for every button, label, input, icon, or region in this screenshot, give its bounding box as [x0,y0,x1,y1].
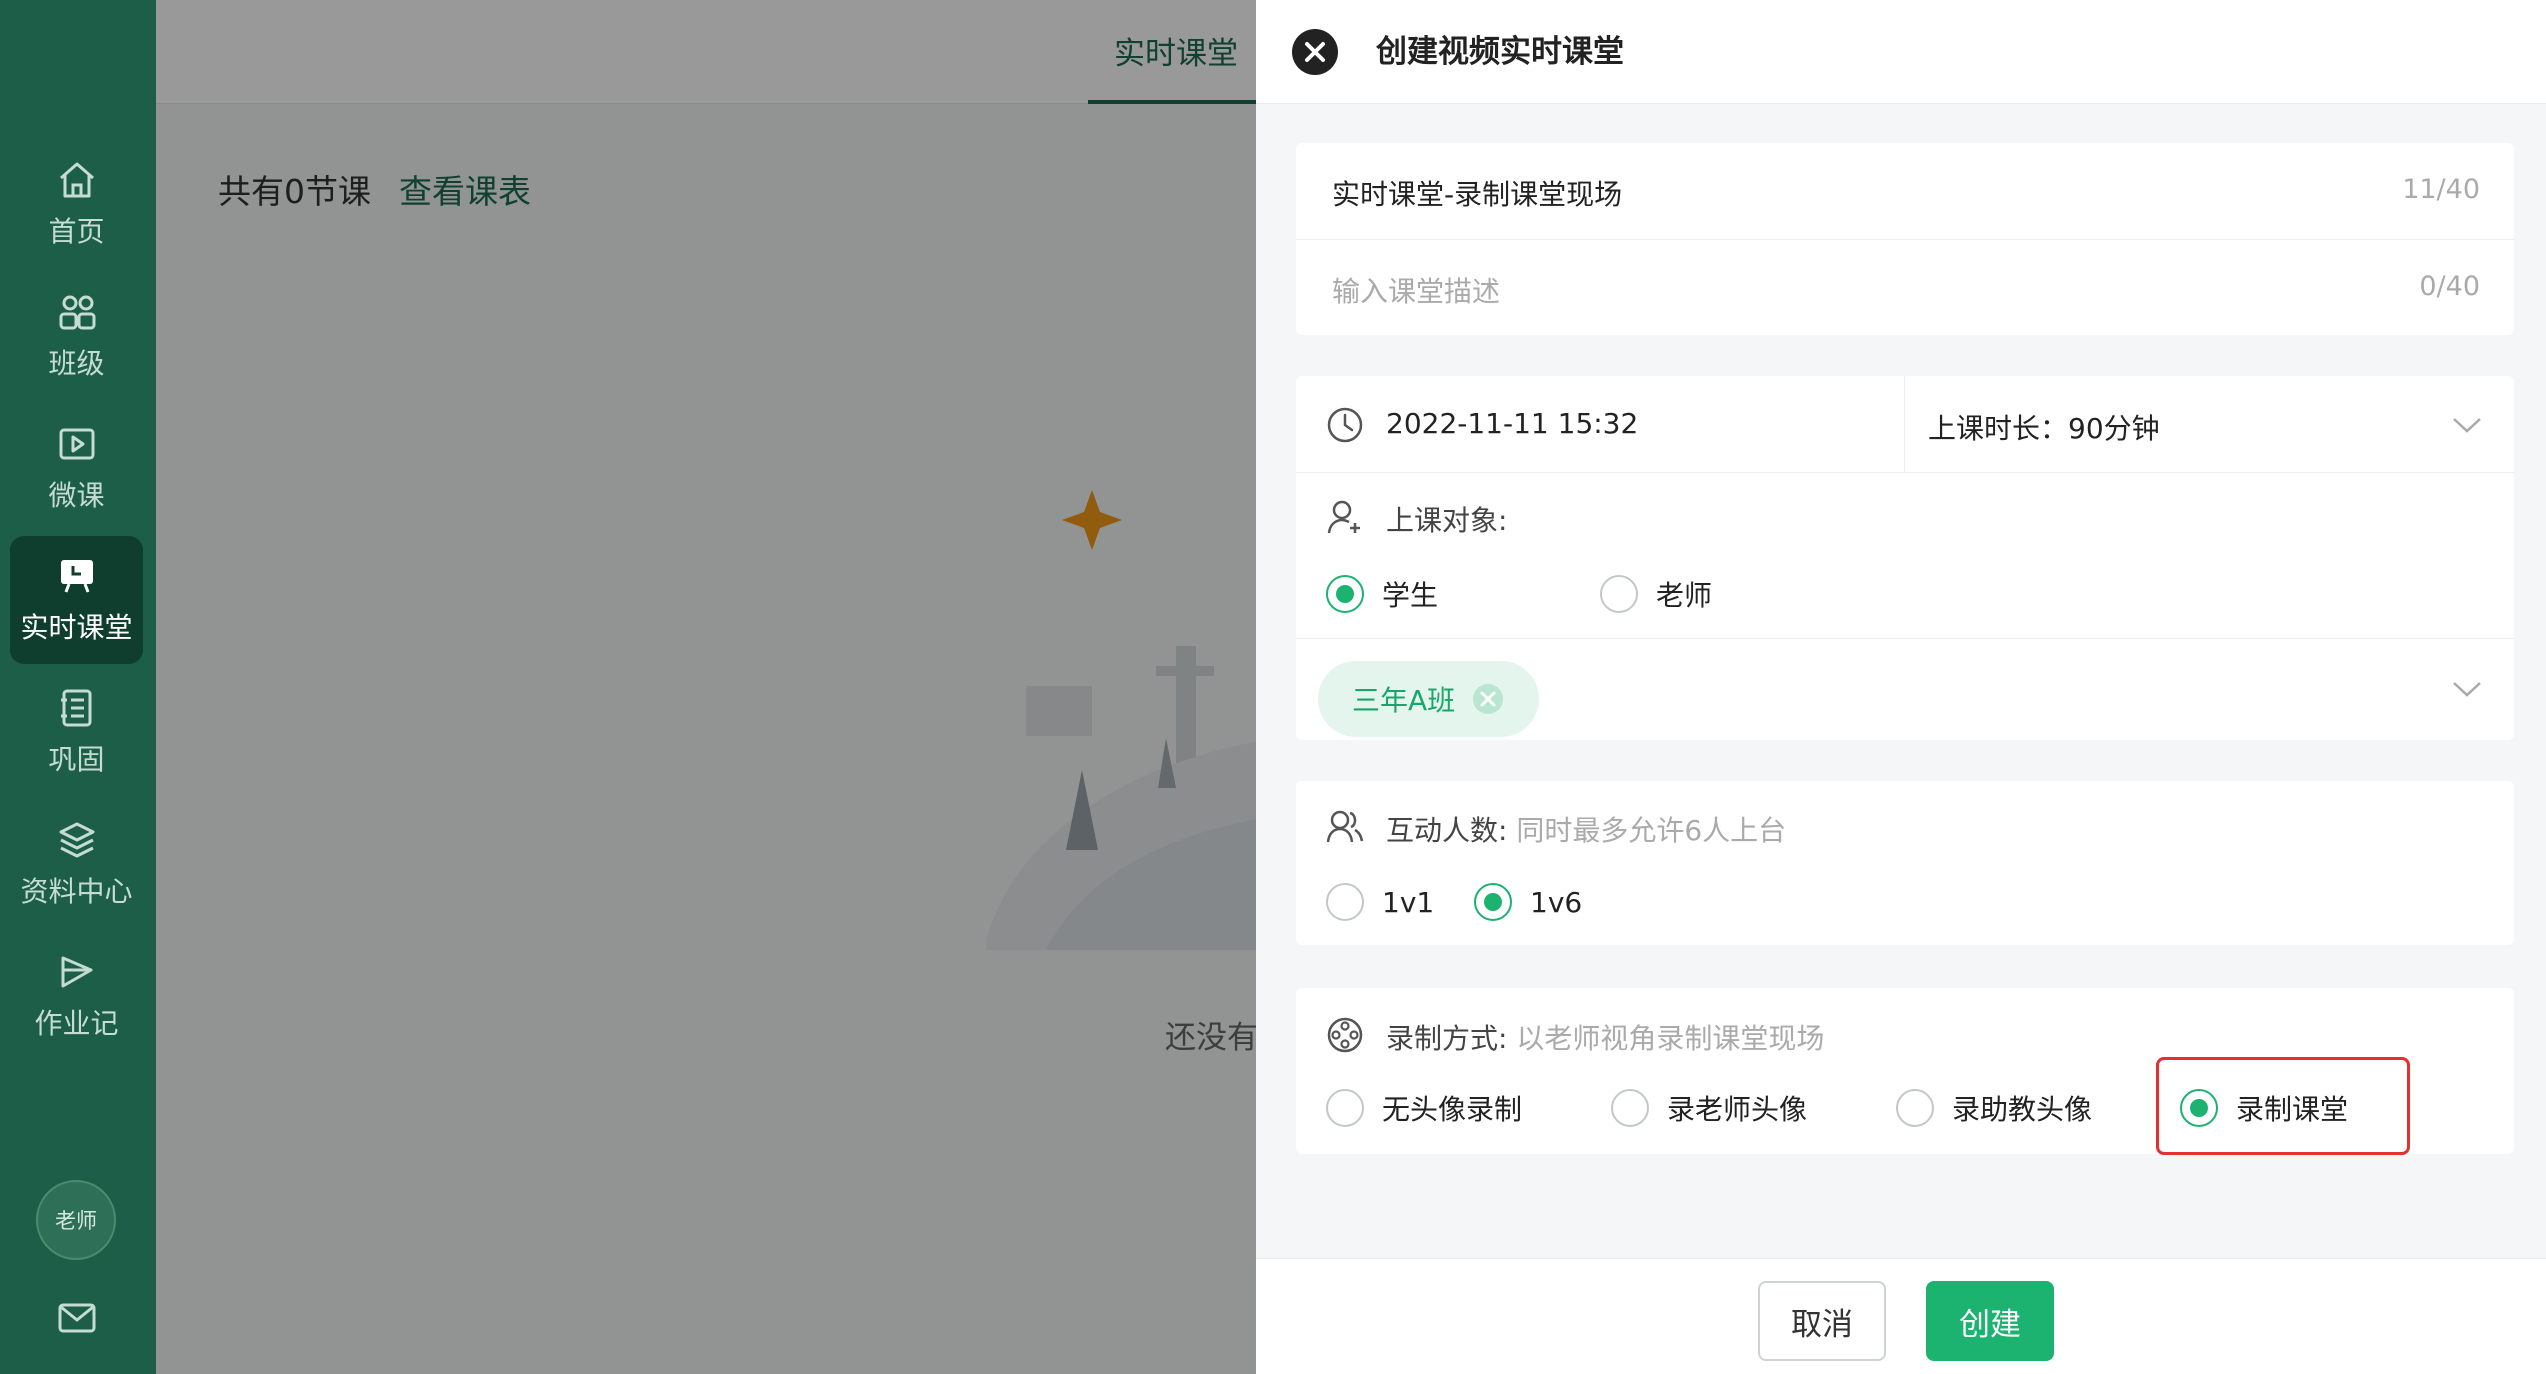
homework-icon [61,956,92,988]
recording-hint: 以老师视角录制课堂现场 [1516,1022,1825,1055]
recording-option-no-avatar[interactable]: 无头像录制 [1326,1086,1522,1130]
divider [1904,376,1905,472]
sidebar-item-class[interactable]: 班级 [10,272,143,400]
sidebar-item-label: 首页 [48,215,105,248]
live-class-icon [60,560,93,593]
title-counter: 11/40 [2402,174,2480,205]
clock-icon [1327,407,1363,443]
sidebar-item-label: 作业记 [34,1007,119,1040]
layers-icon [59,822,94,858]
radio-circle [1474,883,1512,921]
sidebar-item-resources[interactable]: 资料中心 [10,800,143,928]
radio-label: 录助教头像 [1952,1093,2093,1126]
add-user-icon [1327,500,1360,534]
mail-icon[interactable] [55,1296,99,1340]
people-icon [1326,810,1364,843]
audience-label: 上课对象: [1386,504,1508,537]
sidebar-item-label: 班级 [48,347,105,380]
sidebar-item-homework[interactable]: 作业记 [10,932,143,1060]
drawer-header: 创建视频实时课堂 [1256,0,2546,104]
drawer-footer: 取消 创建 [1256,1258,2546,1374]
interaction-option-1v6[interactable]: 1v6 [1474,880,1582,924]
recording-option-assistant-avatar[interactable]: 录助教头像 [1896,1086,2092,1130]
interaction-option-1v1[interactable]: 1v1 [1326,880,1434,924]
radio-label: 1v1 [1382,885,1435,919]
highlight-box [2156,1057,2410,1155]
notebook-icon [60,689,91,727]
home-icon [59,162,94,198]
recording-label: 录制方式: [1386,1022,1508,1055]
title-card: 实时课堂-录制课堂现场 11/40 输入课堂描述 0/40 [1296,143,2514,335]
radio-label: 无头像录制 [1382,1093,1523,1126]
description-counter: 0/40 [2419,271,2480,302]
close-button[interactable] [1292,29,1338,75]
datetime-picker[interactable]: 2022-11-11 15:32 [1386,407,1638,440]
radio-circle [1326,883,1364,921]
divider [1296,472,2514,473]
interaction-label-row: 互动人数: 同时最多允许6人上台 [1386,809,1786,849]
cancel-button[interactable]: 取消 [1758,1281,1886,1361]
interaction-hint: 同时最多允许6人上台 [1516,814,1787,847]
modal-overlay[interactable] [156,0,1256,1374]
radio-circle [1326,575,1364,613]
radio-label: 学生 [1382,579,1439,612]
duration-value: 90分钟 [2068,412,2160,445]
title-input[interactable]: 实时课堂-录制课堂现场 [1332,173,1622,213]
duration-label: 上课时长： [1928,412,2069,445]
close-icon [1305,42,1325,62]
video-icon [59,428,94,460]
description-input[interactable]: 输入课堂描述 [1332,270,1500,310]
recording-label-row: 录制方式: 以老师视角录制课堂现场 [1386,1017,1824,1057]
sidebar-item-live-class[interactable]: 实时课堂 [10,536,143,664]
class-select[interactable]: 三年A班 [1296,639,2514,739]
radio-circle [1611,1089,1649,1127]
audience-option-student[interactable]: 学生 [1326,572,1438,616]
sidebar-item-microlesson[interactable]: 微课 [10,404,143,532]
chevron-down-icon[interactable] [2448,670,2486,708]
radio-circle [1600,575,1638,613]
duration-select[interactable]: 上课时长：90分钟 [1928,407,2160,447]
create-button[interactable]: 创建 [1926,1281,2054,1361]
users-icon [59,295,95,330]
sidebar-item-label: 微课 [48,479,105,512]
divider [1296,239,2514,240]
recording-option-teacher-avatar[interactable]: 录老师头像 [1611,1086,1807,1130]
film-reel-icon [1327,1017,1363,1053]
radio-label: 老师 [1656,579,1713,612]
radio-label: 1v6 [1530,885,1583,919]
sidebar: 首页 班级 微课 实时课堂 巩固 资料中心 作业记 老师 [0,0,156,1374]
sidebar-item-label: 资料中心 [20,875,133,908]
create-class-drawer: 创建视频实时课堂 实时课堂-录制课堂现场 11/40 输入课堂描述 0/40 2… [1256,0,2546,1374]
avatar[interactable]: 老师 [36,1180,116,1260]
radio-circle [1326,1089,1364,1127]
schedule-card: 2022-11-11 15:32 上课时长：90分钟 上课对象: 学生 老师 三… [1296,376,2514,740]
class-tag-label: 三年A班 [1352,684,1456,717]
audience-option-teacher[interactable]: 老师 [1600,572,1712,616]
interaction-label: 互动人数: [1386,814,1508,847]
radio-label: 录老师头像 [1667,1093,1808,1126]
radio-circle [1896,1089,1934,1127]
interaction-card: 互动人数: 同时最多允许6人上台 1v1 1v6 [1296,781,2514,945]
remove-tag-icon[interactable] [1471,682,1505,716]
drawer-title: 创建视频实时课堂 [1376,34,1624,70]
sidebar-item-label: 巩固 [48,743,105,776]
sidebar-item-home[interactable]: 首页 [10,140,143,268]
sidebar-item-consolidate[interactable]: 巩固 [10,668,143,796]
class-tag: 三年A班 [1318,661,1540,737]
chevron-down-icon[interactable] [2448,406,2486,444]
sidebar-item-label: 实时课堂 [20,611,133,644]
